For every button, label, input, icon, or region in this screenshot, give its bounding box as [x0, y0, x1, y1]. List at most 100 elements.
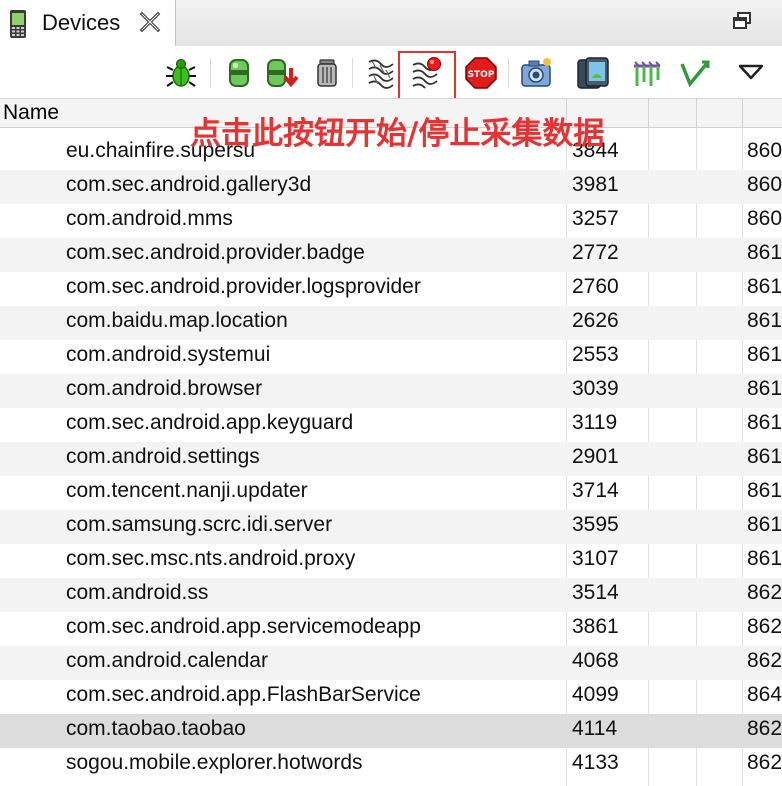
- process-pid-cell: 3039: [572, 377, 619, 400]
- table-row[interactable]: com.sec.msc.nts.android.proxy 3107 861: [0, 544, 782, 578]
- table-row[interactable]: com.android.mms 3257 860: [0, 204, 782, 238]
- table-row[interactable]: com.sec.android.app.keyguard 3119 861: [0, 408, 782, 442]
- process-name-cell: com.android.browser: [66, 377, 263, 400]
- table-row[interactable]: com.android.settings 2901 861: [0, 442, 782, 476]
- column-divider[interactable]: [648, 99, 649, 129]
- process-pid-cell: 3107: [572, 547, 619, 570]
- process-pid-cell: 2772: [572, 241, 619, 264]
- close-icon[interactable]: [139, 11, 161, 33]
- table-row[interactable]: com.sec.android.gallery3d 3981 860: [0, 170, 782, 204]
- update-threads-button[interactable]: [364, 56, 398, 90]
- update-threads-icon: [368, 59, 394, 89]
- table-row[interactable]: com.taobao.taobao 4114 862: [0, 714, 782, 748]
- process-pid-cell: 4068: [572, 649, 619, 672]
- process-pid-cell: 4099: [572, 683, 619, 706]
- process-port-cell: 860: [747, 139, 782, 162]
- table-row[interactable]: com.sec.android.provider.logsprovider 276…: [0, 272, 782, 306]
- devices-view: Devices STOP Name eu.chainfire.supersu 3…: [0, 0, 782, 786]
- device-phone-icon: [10, 10, 26, 38]
- table-row[interactable]: com.sec.android.app.servicemodeapp 3861 86…: [0, 612, 782, 646]
- column-divider[interactable]: [742, 99, 743, 129]
- table-row[interactable]: com.baidu.map.location 2626 861: [0, 306, 782, 340]
- process-name-cell: com.sec.android.provider.logsprovider: [66, 275, 421, 298]
- table-row[interactable]: com.samsung.scrc.idi.server 3595 861: [0, 510, 782, 544]
- process-port-cell: 860: [747, 207, 782, 230]
- process-port-cell: 861: [747, 343, 782, 366]
- process-name-cell: sogou.mobile.explorer.hotwords: [66, 751, 363, 774]
- process-pid-cell: 3514: [572, 581, 619, 604]
- devices-tab[interactable]: Devices: [0, 0, 176, 46]
- method-profiling-highlight: [398, 51, 456, 105]
- stop-process-button[interactable]: STOP: [464, 56, 498, 90]
- chevron-down-icon: [738, 64, 764, 80]
- column-divider[interactable]: [696, 99, 697, 129]
- stop-icon: STOP: [465, 57, 497, 89]
- opengl-trace-icon: [680, 60, 710, 88]
- process-port-cell: 862: [747, 649, 782, 672]
- process-port-cell: 862: [747, 615, 782, 638]
- process-port-cell: 861: [747, 411, 782, 434]
- systrace-icon: [634, 61, 661, 86]
- dump-hprof-icon: [267, 59, 298, 88]
- process-port-cell: 861: [747, 377, 782, 400]
- table-row[interactable]: sogou.mobile.explorer.hotwords 4133 862: [0, 748, 782, 782]
- view-menu-button[interactable]: [734, 56, 768, 90]
- gc-trash-icon: [317, 59, 337, 87]
- dump-hprof-button[interactable]: [264, 56, 298, 90]
- table-row[interactable]: com.android.ss 3514 862: [0, 578, 782, 612]
- annotation-text: 点击此按钮开始/停止采集数据: [190, 116, 605, 152]
- process-name-cell: com.baidu.map.location: [66, 309, 288, 332]
- process-pid-cell: 4114: [572, 717, 618, 740]
- process-pid-cell: 2901: [572, 445, 619, 468]
- process-port-cell: 862: [747, 581, 782, 604]
- process-name-cell: com.sec.android.app.FlashBarService: [66, 683, 421, 706]
- process-pid-cell: 3861: [572, 615, 619, 638]
- device-ui-dump-icon: [577, 57, 609, 89]
- process-name-cell: com.android.ss: [66, 581, 209, 604]
- opengl-trace-button[interactable]: [678, 56, 712, 90]
- table-row[interactable]: com.tencent.nanji.updater 3714 861: [0, 476, 782, 510]
- process-pid-cell: 2553: [572, 343, 619, 366]
- table-row[interactable]: com.android.calendar 4068 862: [0, 646, 782, 680]
- process-port-cell: 864: [747, 683, 782, 706]
- process-name-cell: com.taobao.taobao: [66, 717, 246, 740]
- table-row[interactable]: com.android.browser 3039 861: [0, 374, 782, 408]
- process-port-cell: 862: [747, 751, 782, 774]
- cause-gc-button[interactable]: [310, 56, 344, 90]
- toolbar-separator: [508, 58, 509, 88]
- devices-toolbar: STOP: [0, 46, 782, 98]
- camera-icon: [521, 58, 551, 87]
- toolbar-separator: [210, 58, 211, 88]
- process-pid-cell: 3595: [572, 513, 619, 536]
- table-row[interactable]: com.android.systemui 2553 861: [0, 340, 782, 374]
- process-port-cell: 861: [747, 309, 782, 332]
- table-row[interactable]: com.sec.android.provider.badge 2772 861: [0, 238, 782, 272]
- process-name-cell: com.android.settings: [66, 445, 260, 468]
- process-name-cell: com.sec.android.provider.badge: [66, 241, 365, 264]
- process-pid-cell: 2626: [572, 309, 619, 332]
- systrace-button[interactable]: [630, 56, 664, 90]
- process-pid-cell: 2760: [572, 275, 619, 298]
- screen-capture-button[interactable]: [520, 56, 554, 90]
- process-port-cell: 861: [747, 241, 782, 264]
- update-heap-button[interactable]: [222, 56, 256, 90]
- process-name-cell: com.sec.msc.nts.android.proxy: [66, 547, 356, 570]
- process-name-cell: com.sec.android.app.servicemodeapp: [66, 615, 421, 638]
- tab-title: Devices: [42, 10, 121, 35]
- process-port-cell: 861: [747, 513, 782, 536]
- svg-text:STOP: STOP: [468, 70, 495, 80]
- process-table-body: eu.chainfire.supersu 3844 860 com.sec.andro…: [0, 136, 782, 782]
- process-pid-cell: 3981: [572, 173, 619, 196]
- table-row[interactable]: com.sec.android.app.FlashBarService 4099 8…: [0, 680, 782, 714]
- process-port-cell: 862: [747, 717, 782, 740]
- column-header-name[interactable]: Name: [3, 101, 59, 125]
- maximize-icon[interactable]: [732, 11, 752, 31]
- process-name-cell: com.android.systemui: [66, 343, 271, 366]
- process-pid-cell: 3714: [572, 479, 619, 502]
- process-name-cell: com.sec.android.app.keyguard: [66, 411, 354, 434]
- debug-button[interactable]: [164, 56, 198, 90]
- toolbar-separator: [352, 58, 353, 88]
- debug-bug-icon: [166, 58, 196, 87]
- dump-view-hierarchy-button[interactable]: [576, 56, 610, 90]
- process-port-cell: 861: [747, 445, 782, 468]
